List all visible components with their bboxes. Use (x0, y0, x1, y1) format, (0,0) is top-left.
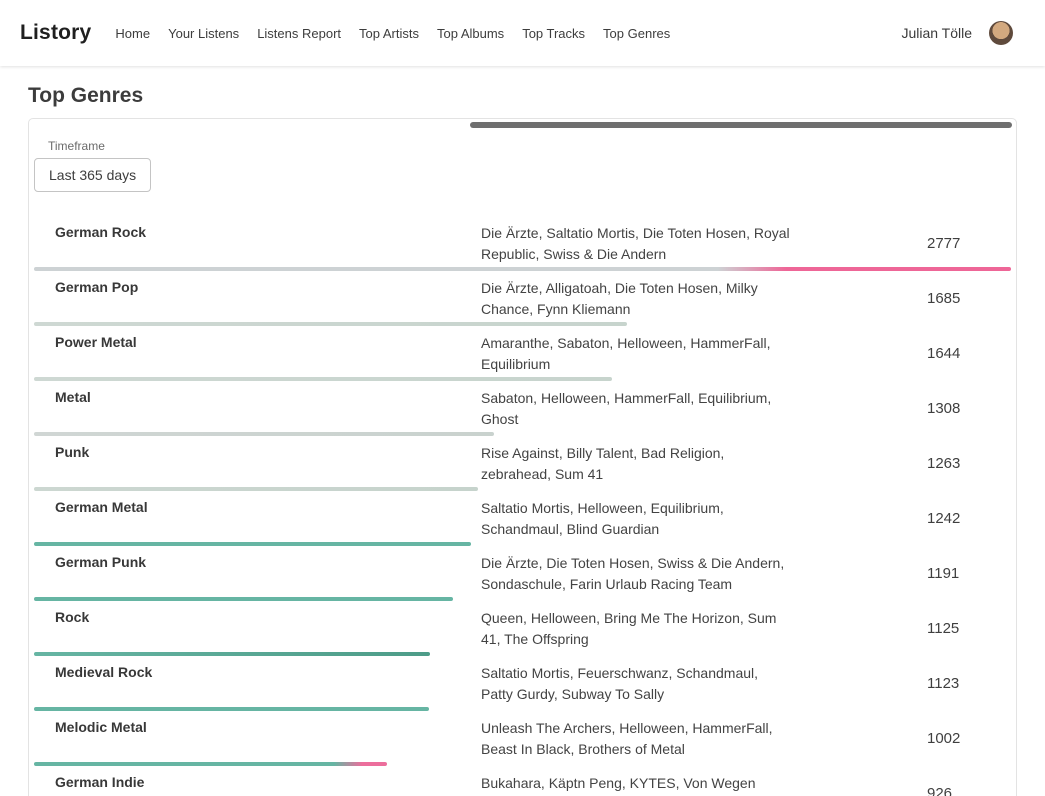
genre-listen-count: 1263 (891, 455, 1011, 472)
genres-table: German RockDie Ärzte, Saltatio Mortis, D… (34, 216, 1011, 796)
genre-name: Power Metal (34, 332, 481, 350)
genre-row: PunkRise Against, Billy Talent, Bad Reli… (34, 436, 1011, 491)
genre-listen-count: 2777 (891, 235, 1011, 252)
genre-listen-count: 926 (891, 785, 1011, 796)
genre-row: Melodic MetalUnleash The Archers, Hellow… (34, 711, 1011, 766)
app-logo[interactable]: Listory (20, 21, 91, 45)
user-avatar[interactable] (989, 21, 1013, 45)
genre-name: German Metal (34, 497, 481, 515)
main-content: Top Genres Timeframe Last 365 days Germa… (0, 66, 1045, 796)
genre-artists: Saltatio Mortis, Feuerschwanz, Schandmau… (481, 662, 891, 705)
genre-listen-count: 1002 (891, 730, 1011, 747)
genre-name: German Pop (34, 277, 481, 295)
genre-listen-count: 1242 (891, 510, 1011, 527)
genre-listen-count: 1685 (891, 290, 1011, 307)
genre-artists: Unleash The Archers, Helloween, HammerFa… (481, 717, 891, 760)
genre-row: Power MetalAmaranthe, Sabaton, Helloween… (34, 326, 1011, 381)
genre-artists: Amaranthe, Sabaton, Helloween, HammerFal… (481, 332, 891, 375)
timeframe-section: Timeframe Last 365 days (34, 139, 1011, 192)
genre-name: Rock (34, 607, 481, 625)
genre-listen-count: 1191 (891, 565, 1011, 582)
genre-listen-count: 1123 (891, 675, 1011, 692)
top-genres-panel: Timeframe Last 365 days German RockDie Ä… (28, 118, 1017, 796)
genre-row-cells: German MetalSaltatio Mortis, Helloween, … (34, 497, 1011, 540)
genre-listen-count: 1125 (891, 620, 1011, 637)
nav-link-your-listens[interactable]: Your Listens (168, 26, 239, 41)
genre-row: German PunkDie Ärzte, Die Toten Hosen, S… (34, 546, 1011, 601)
user-menu[interactable]: Julian Tölle (901, 21, 1013, 45)
genre-row: German IndieBukahara, Käptn Peng, KYTES,… (34, 766, 1011, 796)
genre-row-cells: Medieval RockSaltatio Mortis, Feuerschwa… (34, 662, 1011, 705)
genre-row: German MetalSaltatio Mortis, Helloween, … (34, 491, 1011, 546)
genre-artists: Rise Against, Billy Talent, Bad Religion… (481, 442, 891, 485)
timeframe-select[interactable]: Last 365 days (34, 158, 151, 192)
genre-row-cells: PunkRise Against, Billy Talent, Bad Reli… (34, 442, 1011, 485)
user-name: Julian Tölle (901, 25, 972, 41)
genre-row-cells: Power MetalAmaranthe, Sabaton, Helloween… (34, 332, 1011, 375)
genre-listen-count: 1308 (891, 400, 1011, 417)
genre-row-cells: RockQueen, Helloween, Bring Me The Horiz… (34, 607, 1011, 650)
genre-artists: Saltatio Mortis, Helloween, Equilibrium,… (481, 497, 891, 540)
genre-row-cells: MetalSabaton, Helloween, HammerFall, Equ… (34, 387, 1011, 430)
genre-row: RockQueen, Helloween, Bring Me The Horiz… (34, 601, 1011, 656)
genre-row: German PopDie Ärzte, Alligatoah, Die Tot… (34, 271, 1011, 326)
main-nav: Home Your Listens Listens Report Top Artist… (115, 26, 901, 41)
genre-row: German RockDie Ärzte, Saltatio Mortis, D… (34, 216, 1011, 271)
genre-name: German Rock (34, 222, 481, 240)
timeframe-label: Timeframe (48, 139, 1011, 153)
genre-row-cells: German IndieBukahara, Käptn Peng, KYTES,… (34, 772, 1011, 796)
genre-artists: Queen, Helloween, Bring Me The Horizon, … (481, 607, 891, 650)
genre-listen-count: 1644 (891, 345, 1011, 362)
genre-row-cells: German RockDie Ärzte, Saltatio Mortis, D… (34, 222, 1011, 265)
horizontal-scrollbar-thumb[interactable] (470, 122, 1012, 128)
genre-artists: Bukahara, Käptn Peng, KYTES, Von Wegen L… (481, 772, 891, 796)
genre-row-cells: German PopDie Ärzte, Alligatoah, Die Tot… (34, 277, 1011, 320)
genre-artists: Die Ärzte, Alligatoah, Die Toten Hosen, … (481, 277, 891, 320)
genre-artists: Die Ärzte, Saltatio Mortis, Die Toten Ho… (481, 222, 891, 265)
genre-row: Medieval RockSaltatio Mortis, Feuerschwa… (34, 656, 1011, 711)
nav-link-home[interactable]: Home (115, 26, 150, 41)
genre-artists: Sabaton, Helloween, HammerFall, Equilibr… (481, 387, 891, 430)
genre-artists: Die Ärzte, Die Toten Hosen, Swiss & Die … (481, 552, 891, 595)
genre-name: Medieval Rock (34, 662, 481, 680)
nav-link-top-genres[interactable]: Top Genres (603, 26, 670, 41)
genre-name: Melodic Metal (34, 717, 481, 735)
genre-name: German Punk (34, 552, 481, 570)
genre-name: Punk (34, 442, 481, 460)
nav-link-top-albums[interactable]: Top Albums (437, 26, 504, 41)
navbar: Listory Home Your Listens Listens Report To… (0, 0, 1045, 66)
genre-name: Metal (34, 387, 481, 405)
page-title: Top Genres (28, 84, 1017, 108)
genre-row-cells: German PunkDie Ärzte, Die Toten Hosen, S… (34, 552, 1011, 595)
horizontal-scrollbar (34, 122, 1012, 128)
genre-row-cells: Melodic MetalUnleash The Archers, Hellow… (34, 717, 1011, 760)
nav-link-top-tracks[interactable]: Top Tracks (522, 26, 585, 41)
nav-link-top-artists[interactable]: Top Artists (359, 26, 419, 41)
nav-link-listens-report[interactable]: Listens Report (257, 26, 341, 41)
genre-name: German Indie (34, 772, 481, 790)
genre-row: MetalSabaton, Helloween, HammerFall, Equ… (34, 381, 1011, 436)
